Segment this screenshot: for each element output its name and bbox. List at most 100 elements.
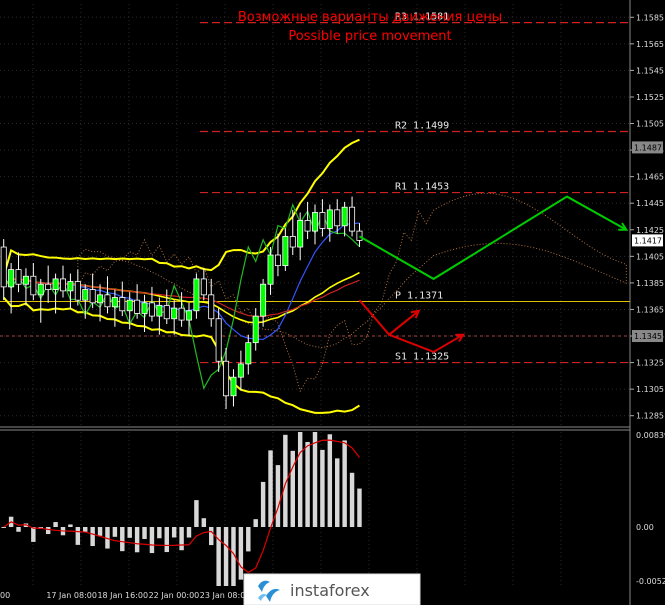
- candle-body: [334, 209, 341, 227]
- price-tick-label: 1.1405: [636, 252, 664, 261]
- candle-body: [349, 206, 356, 232]
- candle-body: [282, 236, 289, 267]
- candle-body: [52, 278, 59, 290]
- histogram-bar: [290, 450, 295, 528]
- price-tick-label: 1.1285: [636, 412, 664, 421]
- histogram-bar: [53, 522, 58, 528]
- osc-tick-label: -0.00521: [636, 577, 665, 586]
- candle-body: [297, 220, 304, 248]
- candle-body: [15, 269, 22, 285]
- candle-body: [126, 299, 133, 312]
- histogram-bar: [275, 465, 281, 528]
- histogram-bar: [238, 527, 244, 580]
- price-tick-label: 1.1525: [636, 93, 664, 102]
- candle-body: [289, 236, 296, 248]
- candle-body: [178, 307, 185, 321]
- histogram-bar: [171, 527, 177, 538]
- histogram-bar: [246, 527, 251, 552]
- candle-body: [312, 212, 318, 232]
- time-tick-label: 18 Jan 16:00: [97, 591, 148, 600]
- candle-body: [89, 289, 96, 304]
- histogram-bar: [327, 434, 333, 528]
- candle-body: [200, 278, 207, 296]
- histogram-bar: [149, 527, 155, 554]
- osc-tick-label: 0.00839: [636, 431, 665, 440]
- candle-body: [274, 254, 281, 267]
- histogram-bar: [305, 441, 310, 528]
- candle-body: [67, 281, 74, 292]
- histogram-bar: [357, 488, 362, 528]
- histogram-bar: [335, 458, 340, 528]
- candle-body: [193, 278, 200, 312]
- candle-body: [208, 294, 215, 320]
- histogram-bar: [31, 527, 36, 542]
- histogram-bar: [209, 527, 214, 546]
- candle-body: [230, 376, 237, 397]
- price-tag-label: 1.1345: [634, 332, 662, 341]
- level-label-s1: S1 1.1325: [395, 352, 449, 363]
- candle-body: [45, 283, 52, 290]
- candle-body: [319, 212, 326, 229]
- candle-body: [326, 209, 333, 229]
- price-tick-label: 1.1425: [636, 226, 664, 235]
- histogram-bar: [349, 472, 355, 528]
- candle-body: [134, 299, 141, 314]
- candle-body: [8, 269, 15, 288]
- candle-body: [156, 305, 163, 317]
- instaforex-logo: instaforex: [243, 573, 421, 605]
- price-tick-label: 1.1325: [636, 359, 664, 368]
- price-tick-label: 1.1505: [636, 120, 664, 129]
- candle-body: [171, 307, 178, 320]
- candle-body: [104, 294, 111, 308]
- histogram-bar: [68, 524, 73, 528]
- histogram-bar: [75, 527, 81, 545]
- candle-body: [148, 302, 155, 317]
- histogram-bar: [164, 527, 169, 553]
- candle-body: [304, 220, 311, 232]
- candle-body: [119, 297, 126, 312]
- header-title-en: Possible price movement: [288, 29, 451, 44]
- histogram-bar: [90, 527, 95, 547]
- histogram-bar: [97, 527, 103, 536]
- price-tick-label: 1.1365: [636, 305, 664, 314]
- level-label-p: P 1.1371: [395, 290, 443, 301]
- candle-body: [356, 230, 363, 241]
- price-tick-label: 1.1545: [636, 66, 664, 75]
- time-tick-label: 00: [0, 591, 10, 600]
- time-tick-label: 23 Jan 08:00: [200, 591, 251, 600]
- price-tick-label: 1.1445: [636, 199, 664, 208]
- candle-body: [163, 305, 170, 320]
- level-label-r2: R2 1.1499: [395, 120, 449, 131]
- price-chart: R3 1.1581R2 1.1499R1 1.1453P 1.1371S1 1.…: [0, 0, 665, 605]
- candle-body: [341, 206, 348, 227]
- candle-body: [252, 315, 259, 344]
- candle-body: [74, 281, 81, 301]
- osc-tick-label: 0.00: [636, 523, 654, 532]
- candle-body: [0, 246, 7, 288]
- price-tick-label: 1.1585: [636, 13, 664, 22]
- histogram-bar: [186, 527, 192, 538]
- histogram-bar: [260, 481, 266, 528]
- histogram-bar: [157, 527, 162, 539]
- histogram-bar: [223, 527, 229, 586]
- histogram-bar: [127, 527, 132, 538]
- histogram-bar: [142, 527, 147, 539]
- candle-body: [267, 254, 274, 285]
- candle-body: [37, 283, 44, 296]
- price-tick-label: 1.1305: [636, 385, 664, 394]
- histogram-bar: [120, 527, 125, 552]
- candle-body: [22, 275, 29, 285]
- candle-body: [82, 289, 89, 301]
- candle-body: [141, 302, 148, 314]
- histogram-bar: [297, 432, 303, 528]
- histogram-bar: [342, 440, 347, 528]
- level-label-r1: R1 1.1453: [395, 182, 449, 193]
- candle-body: [215, 318, 222, 362]
- histogram-bar: [45, 527, 51, 535]
- histogram-bar: [320, 449, 325, 528]
- header-title-ru: Возможные варианты движения цены: [238, 10, 502, 25]
- price-tick-label: 1.1465: [636, 173, 664, 182]
- histogram-bar: [134, 527, 140, 553]
- histogram-bar: [179, 527, 184, 551]
- price-tick-label: 1.1565: [636, 40, 664, 49]
